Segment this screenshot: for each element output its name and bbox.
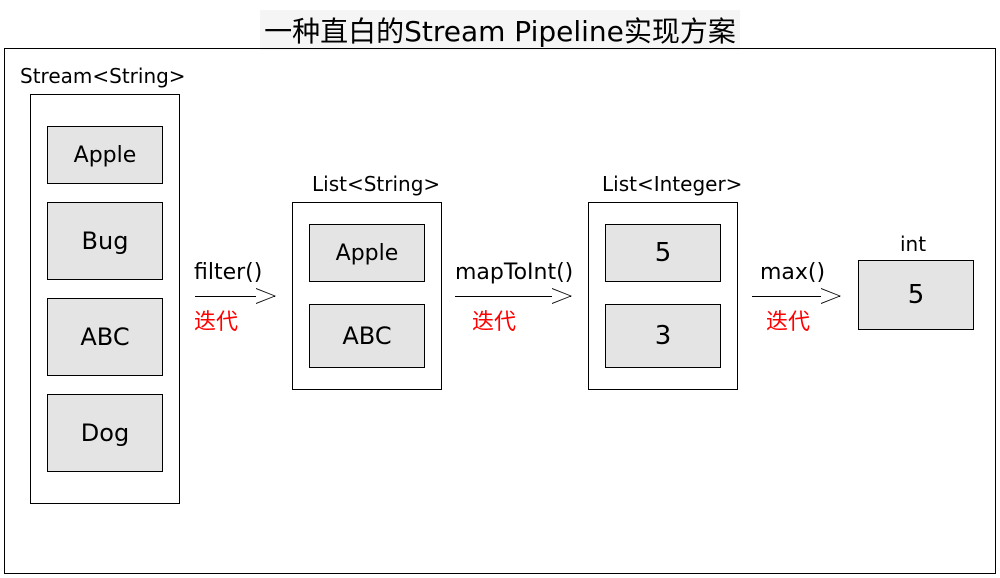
stage-1-item: ABC (47, 298, 163, 376)
stage-1-item: Dog (47, 394, 163, 472)
diagram-title: 一种直白的Stream Pipeline实现方案 (260, 10, 740, 50)
arrow-icon (195, 296, 275, 297)
stage-3-container: 5 3 (588, 202, 738, 390)
operation-3-label: max() (760, 260, 825, 285)
stage-1-container: Apple Bug ABC Dog (30, 94, 180, 504)
operation-3-sublabel: 迭代 (766, 304, 810, 336)
result-label: int (900, 232, 926, 256)
result-box: 5 (858, 260, 974, 330)
stage-2-container: Apple ABC (292, 202, 442, 390)
stage-2-item: Apple (309, 224, 425, 282)
stage-3-item: 5 (605, 224, 721, 282)
operation-1-label: filter() (194, 260, 262, 285)
operation-2-label: mapToInt() (455, 260, 573, 285)
arrow-icon (752, 296, 840, 297)
stage-1-label: Stream<String> (20, 64, 186, 88)
stage-3-item: 3 (605, 304, 721, 368)
arrow-icon (455, 296, 571, 297)
operation-2-sublabel: 迭代 (472, 304, 516, 336)
stage-1-item: Bug (47, 202, 163, 280)
stage-3-label: List<Integer> (602, 172, 742, 196)
stage-1-item: Apple (47, 126, 163, 184)
stage-2-item: ABC (309, 304, 425, 368)
stage-2-label: List<String> (312, 172, 440, 196)
operation-1-sublabel: 迭代 (194, 304, 238, 336)
